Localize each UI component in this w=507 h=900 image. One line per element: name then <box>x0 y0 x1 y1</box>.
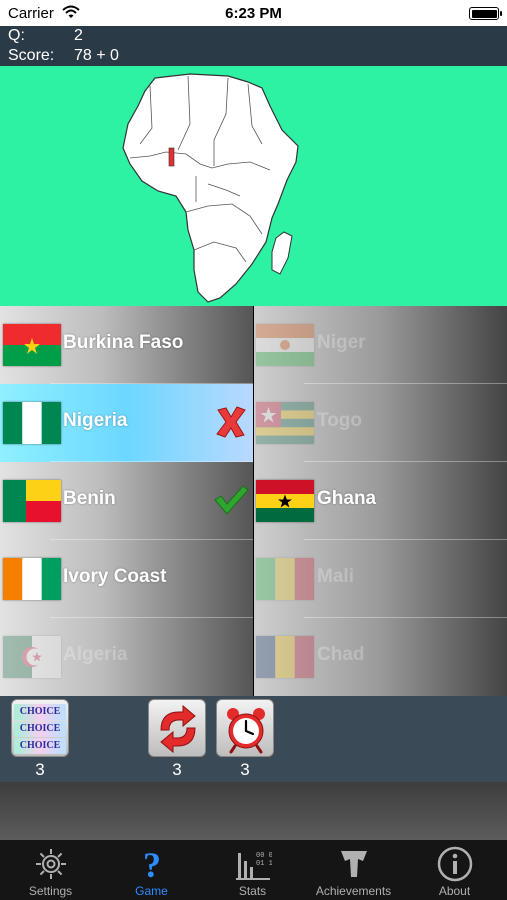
question-number: Q: 2 <box>8 26 83 46</box>
tab-label: About <box>438 884 471 898</box>
tab-label: Stats <box>238 884 267 898</box>
flag-chad-icon <box>256 636 314 678</box>
answer-label: Niger <box>317 332 366 353</box>
trophy-icon <box>341 851 367 877</box>
answer-label: Mali <box>317 566 354 587</box>
tab-about[interactable]: About <box>404 840 505 900</box>
question-label: Q: <box>8 27 25 44</box>
choice-label: CHOICE <box>14 721 66 737</box>
answer-burkina-faso[interactable]: Burkina Faso <box>0 306 253 384</box>
svg-text:00 01: 00 01 <box>256 852 272 860</box>
gear-icon <box>36 849 66 879</box>
question-header: Q: 2 Score: 78 + 0 <box>0 26 507 66</box>
tab-bar: Settings ? Game 00 01 01 10 Stats Achiev… <box>0 840 507 900</box>
refresh-powerup-button[interactable] <box>148 699 206 757</box>
answer-grid: Burkina Faso Niger Nigeria Togo Benin Gh… <box>0 306 507 696</box>
svg-text:01 10: 01 10 <box>256 860 272 868</box>
answer-togo[interactable]: Togo <box>254 384 507 462</box>
answer-mali[interactable]: Mali <box>254 540 507 618</box>
choice-powerup-button[interactable]: CHOICE CHOICE CHOICE <box>11 699 69 757</box>
status-bar: Carrier 6:23 PM <box>0 0 507 26</box>
tab-game[interactable]: ? Game <box>101 840 202 900</box>
score-label: Score: <box>8 47 55 64</box>
answer-niger[interactable]: Niger <box>254 306 507 384</box>
answer-label: Ghana <box>317 488 377 509</box>
tab-label: Achievements <box>315 884 392 898</box>
africa-outline <box>122 73 299 303</box>
correct-check-icon <box>214 485 249 515</box>
answer-nigeria[interactable]: Nigeria <box>0 384 253 462</box>
refresh-count: 3 <box>172 760 182 779</box>
timer-count: 3 <box>240 760 250 779</box>
flag-togo-icon <box>256 402 314 444</box>
tab-achievements[interactable]: Achievements <box>303 840 404 900</box>
answer-benin[interactable]: Benin <box>0 462 253 540</box>
answer-label: Burkina Faso <box>63 332 184 353</box>
question-value: 2 <box>74 27 83 44</box>
flag-ivory-coast-icon <box>3 558 61 600</box>
flag-ghana-icon <box>256 480 314 522</box>
answer-label: Ivory Coast <box>63 566 167 587</box>
svg-text:?: ? <box>143 845 161 883</box>
info-icon <box>437 846 473 882</box>
status-time: 6:23 PM <box>225 5 282 22</box>
powerup-bar: CHOICE CHOICE CHOICE 3 3 3 <box>0 696 507 782</box>
flag-mali-icon <box>256 558 314 600</box>
africa-map <box>0 66 507 306</box>
tab-label: Settings <box>28 884 73 898</box>
tab-settings[interactable]: Settings <box>0 840 101 900</box>
tab-stats[interactable]: 00 01 01 10 Stats <box>202 840 303 900</box>
answer-label: Algeria <box>63 644 128 665</box>
answer-ivory-coast[interactable]: Ivory Coast <box>0 540 253 618</box>
answer-label: Benin <box>63 488 116 509</box>
refresh-icon <box>160 704 196 754</box>
answer-label: Nigeria <box>63 410 128 431</box>
answer-label: Chad <box>317 644 365 665</box>
wrong-x-icon <box>216 406 246 438</box>
answer-ghana[interactable]: Ghana <box>254 462 507 540</box>
score-value: 78 + 0 <box>74 47 119 64</box>
flag-niger-icon <box>256 324 314 366</box>
answer-chad[interactable]: Chad <box>254 618 507 696</box>
ad-area <box>0 782 507 840</box>
flag-benin-icon <box>3 480 61 522</box>
tab-label: Game <box>135 884 168 898</box>
highlighted-country <box>168 147 175 167</box>
flag-burkina-faso-icon <box>3 324 61 366</box>
answer-algeria[interactable]: Algeria <box>0 618 253 696</box>
choice-label: CHOICE <box>14 738 66 754</box>
battery-icon <box>469 7 502 20</box>
question-mark-icon: ? <box>143 845 161 883</box>
timer-powerup-button[interactable] <box>216 699 274 757</box>
flag-algeria-icon <box>3 636 61 678</box>
score: Score: 78 + 0 <box>8 46 119 66</box>
answer-label: Togo <box>317 410 363 431</box>
flag-nigeria-icon <box>3 402 61 444</box>
choice-count: 3 <box>35 760 45 779</box>
choice-label: CHOICE <box>14 704 66 720</box>
alarm-clock-icon <box>227 708 265 754</box>
stats-icon: 00 01 01 10 <box>236 852 272 880</box>
